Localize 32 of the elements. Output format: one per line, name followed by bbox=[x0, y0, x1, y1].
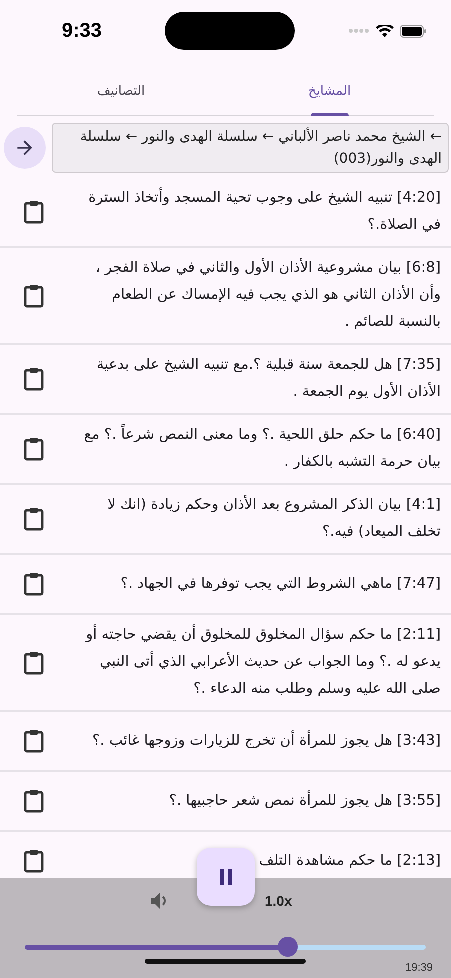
list-item[interactable]: [2:11] ما حكم سؤال المخلوق للمخلوق أن يقضي حاجته أو يدعو له .؟ وما الجواب عن حديث الأعرابي الذي أتى النبي صلى الله عليه وسلم وطلب منه الدعاء .؟ bbox=[0, 615, 451, 712]
list-item[interactable]: [4:20] تنبيه الشيخ على وجوب تحية المسجد وأتخاذ السترة في الصلاة.؟ bbox=[0, 178, 451, 248]
clipboard-icon[interactable] bbox=[24, 284, 44, 308]
seek-slider[interactable] bbox=[25, 936, 426, 957]
back-button[interactable] bbox=[4, 127, 46, 169]
battery-icon bbox=[400, 24, 427, 38]
pause-button[interactable] bbox=[197, 848, 255, 906]
clipboard-icon[interactable] bbox=[24, 437, 44, 461]
clipboard-icon[interactable] bbox=[24, 507, 44, 531]
duration-label: 19:39 bbox=[405, 962, 433, 974]
list-item[interactable]: [7:47] ماهي الشروط التي يجب توفرها في الجهاد .؟ bbox=[0, 555, 451, 615]
clipboard-icon[interactable] bbox=[24, 572, 44, 596]
clipboard-icon[interactable] bbox=[24, 789, 44, 813]
clipboard-icon[interactable] bbox=[24, 367, 44, 391]
breadcrumb-path: ← الشيخ محمد ناصر الألباني ← سلسلة الهدى والنور ← سلسلة الهدى والنور(003) bbox=[52, 123, 449, 173]
clipboard-icon[interactable] bbox=[24, 200, 44, 224]
tab[interactable]: المشايخ bbox=[226, 70, 434, 115]
clipboard-icon[interactable] bbox=[24, 729, 44, 753]
tab[interactable]: التصانيف bbox=[17, 70, 226, 115]
status-time: 9:33 bbox=[62, 20, 102, 42]
list-item[interactable]: [7:35] هل للجمعة سنة قبلية ؟.مع تنبيه الشيخ على بدعية الأذان الأول يوم الجمعة . bbox=[0, 345, 451, 415]
wifi-icon bbox=[376, 24, 394, 38]
signal-icon bbox=[348, 28, 370, 34]
list-item[interactable]: [6:8] بيان مشروعية الأذان الأول والثاني في صلاة الفجر ، وأن الأذان الثاني هو الذي يجب فيه الإمساك عن الطعام بالنسبة للصائم . bbox=[0, 248, 451, 345]
list-item[interactable]: [4:1] بيان الذكر المشروع بعد الأذان وحكم زيادة (انك لا تخلف الميعاد) فيه.؟ bbox=[0, 485, 451, 555]
pause-icon bbox=[218, 868, 234, 886]
list-item[interactable]: [3:55] هل يجوز للمرأة نمص شعر حاجبيها .؟ bbox=[0, 772, 451, 832]
clipboard-icon[interactable] bbox=[24, 849, 44, 873]
clipboard-icon[interactable] bbox=[24, 650, 44, 674]
speed-label[interactable]: 1.0x bbox=[265, 893, 292, 910]
list-item[interactable]: [3:43] هل يجوز للمرأة أن تخرج للزيارات وزوجها غائب .؟ bbox=[0, 712, 451, 772]
list-item[interactable]: [6:40] ما حكم حلق اللحية .؟ وما معنى النمص شرعاً .؟ مع بيان حرمة التشبه بالكفار . bbox=[0, 415, 451, 485]
